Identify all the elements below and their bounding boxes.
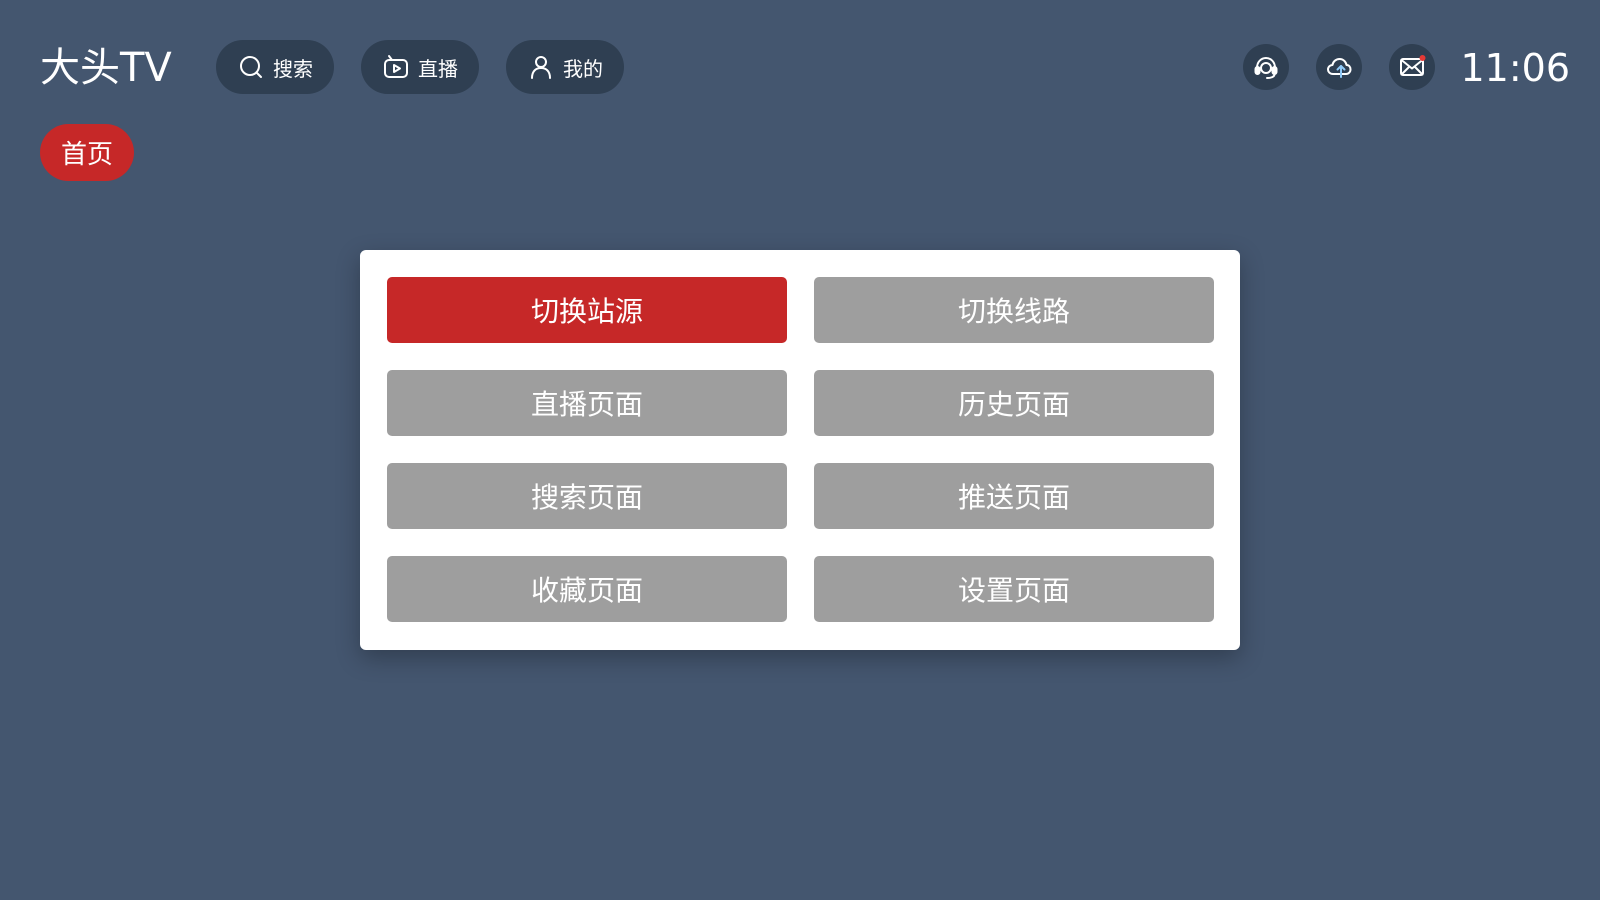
live-page-button[interactable]: 直播页面 xyxy=(387,370,787,436)
support-headset-icon xyxy=(1252,53,1280,81)
live-button-label: 直播 xyxy=(418,56,458,81)
cloud-sync-button[interactable] xyxy=(1316,44,1362,90)
push-page-button[interactable]: 推送页面 xyxy=(814,463,1214,529)
quick-menu-panel: 切换站源 切换线路 直播页面 历史页面 搜索页面 推送页面 收藏页面 设置页面 xyxy=(360,250,1240,650)
search-button-label: 搜索 xyxy=(273,56,313,81)
settings-page-button[interactable]: 设置页面 xyxy=(814,556,1214,622)
mine-button-label: 我的 xyxy=(563,56,603,81)
search-button[interactable]: 搜索 xyxy=(216,40,334,94)
mail-button[interactable] xyxy=(1389,44,1435,90)
quick-menu-grid: 切换站源 切换线路 直播页面 历史页面 搜索页面 推送页面 收藏页面 设置页面 xyxy=(387,277,1214,622)
search-page-button[interactable]: 搜索页面 xyxy=(387,463,787,529)
tab-home[interactable]: 首页 xyxy=(40,124,134,181)
app-title: 大头TV xyxy=(40,45,172,91)
search-icon xyxy=(237,53,265,81)
support-button[interactable] xyxy=(1243,44,1289,90)
clock: 11:06 xyxy=(1460,46,1570,90)
switch-line-button[interactable]: 切换线路 xyxy=(814,277,1214,343)
favorites-page-button[interactable]: 收藏页面 xyxy=(387,556,787,622)
tv-icon xyxy=(382,53,410,81)
user-icon xyxy=(527,53,555,81)
live-button[interactable]: 直播 xyxy=(361,40,479,94)
switch-source-button[interactable]: 切换站源 xyxy=(387,277,787,343)
mine-button[interactable]: 我的 xyxy=(506,40,624,94)
cloud-sync-icon xyxy=(1325,53,1353,81)
mail-icon xyxy=(1398,53,1426,81)
history-page-button[interactable]: 历史页面 xyxy=(814,370,1214,436)
